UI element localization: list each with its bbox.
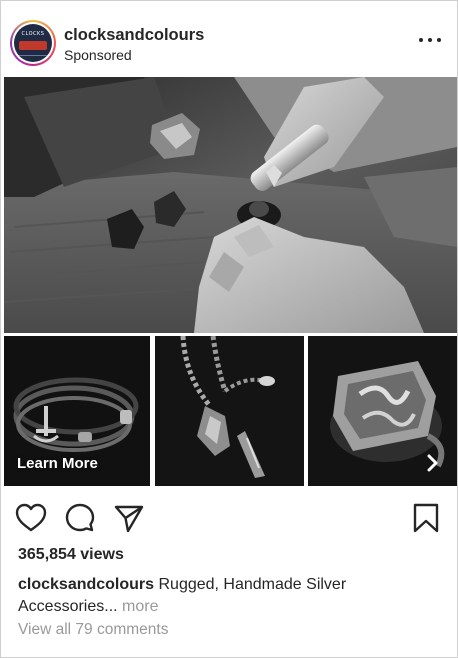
hero-video[interactable] <box>4 77 457 333</box>
necklace-image <box>155 336 304 486</box>
hero-image <box>4 77 457 333</box>
bookmark-icon[interactable] <box>409 501 443 535</box>
paper-plane-icon[interactable] <box>112 501 146 535</box>
caption-text: Rugged, Handmade Silver <box>154 576 347 593</box>
more-horizontal-icon <box>428 38 432 42</box>
caption-text-continued: Accessories... <box>18 598 123 615</box>
chevron-right-icon[interactable] <box>421 452 443 474</box>
sponsored-label: Sponsored <box>64 47 132 63</box>
post-header: CLOCKS clocksandcolours Sponsored <box>1 1 457 77</box>
more-horizontal-icon <box>419 38 423 42</box>
brand-logo: CLOCKS <box>14 24 52 62</box>
learn-more-link[interactable]: Learn More <box>17 455 98 472</box>
heart-outline-icon[interactable] <box>14 501 48 535</box>
caption-username[interactable]: clocksandcolours <box>18 576 154 593</box>
username-link[interactable]: clocksandcolours <box>64 26 204 45</box>
logo-banner <box>19 41 47 50</box>
post-actions <box>1 497 457 537</box>
instagram-post-card: CLOCKS clocksandcolours Sponsored Learn … <box>0 0 458 658</box>
avatar-ring: CLOCKS <box>12 22 54 64</box>
views-count[interactable]: 365,854 views <box>18 546 124 564</box>
more-horizontal-icon <box>437 38 441 42</box>
comment-bubble-icon[interactable] <box>63 501 97 535</box>
more-options-button[interactable] <box>419 35 441 45</box>
caption-more-link[interactable]: more <box>122 598 158 615</box>
product-thumb-necklace[interactable] <box>155 336 304 486</box>
logo-wordmark: CLOCKS <box>21 31 45 37</box>
avatar[interactable]: CLOCKS <box>10 20 56 66</box>
caption: clocksandcolours Rugged, Handmade Silver… <box>18 574 448 618</box>
view-comments-link[interactable]: View all 79 comments <box>18 621 168 639</box>
logo-line <box>14 55 52 56</box>
